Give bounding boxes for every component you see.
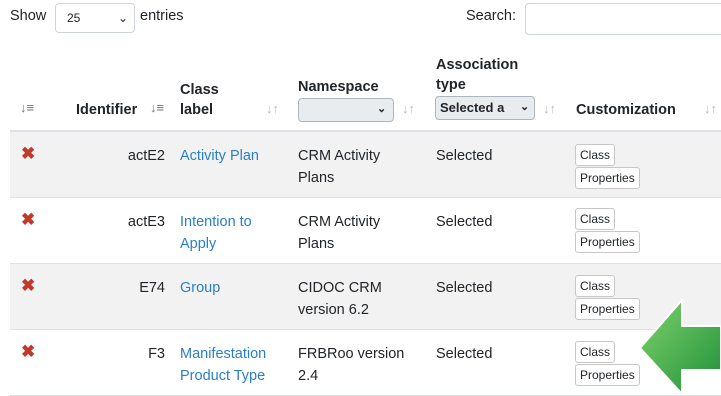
association-filter-select[interactable]: Selected a ⌄ [435,96,535,120]
association-cell: Selected [436,214,493,230]
sort-icon[interactable]: ↓↑ [543,101,556,116]
header-association-line2[interactable]: type [436,76,466,94]
class-label-link[interactable]: Activity Plan [180,145,259,167]
delete-icon[interactable]: ✖ [21,276,35,296]
table-row: ✖ actE3 Intention to Apply CRM Activity Pl… [10,198,721,264]
namespace-cell: CRM Activity Plans [298,214,381,252]
chevron-down-icon: ⌄ [118,11,129,25]
identifier-cell: E74 [139,280,165,296]
sort-icon[interactable]: ↓↑ [266,101,279,116]
header-class-label-line2[interactable]: label [180,101,213,119]
sort-icon[interactable]: ↓↑ [402,101,415,116]
entries-per-page-select[interactable]: 25 ⌄ [55,3,135,33]
properties-button[interactable]: Properties [575,298,640,320]
delete-icon[interactable]: ✖ [21,144,35,164]
class-button[interactable]: Class [575,341,616,363]
header-customization[interactable]: Customization [576,101,676,119]
search-label: Search: [466,8,516,24]
header-class-label-line1[interactable]: Class [180,81,219,99]
properties-button[interactable]: Properties [575,364,640,386]
sort-icon[interactable]: ↓↑ [704,101,717,116]
namespace-filter-select[interactable]: ⌄ [298,98,394,122]
delete-icon[interactable]: ✖ [21,342,35,362]
association-cell: Selected [436,148,493,164]
table-row: ✖ actE2 Activity Plan CRM Activity Plans … [10,132,721,198]
association-cell: Selected [436,280,493,296]
chevron-down-icon: ⌄ [520,101,530,113]
table-row: ✖ F3 Manifestation Product Type FRBRoo ve… [10,330,721,396]
sort-asc-icon[interactable]: ↓≡ [150,100,164,115]
class-button[interactable]: Class [575,144,616,166]
search-input[interactable] [525,3,721,35]
class-button[interactable]: Class [575,275,616,297]
entries-select-value: 25 [67,11,81,25]
properties-button[interactable]: Properties [575,231,640,253]
table-row: ✖ E74 Group CIDOC CRM version 6.2 Selecte… [10,264,721,330]
header-namespace[interactable]: Namespace [298,78,379,96]
identifier-cell: actE2 [127,148,165,164]
namespace-cell: FRBRoo version 2.4 [298,346,405,384]
association-cell: Selected [436,346,493,362]
namespace-cell: CRM Activity Plans [298,148,381,186]
namespace-cell: CIDOC CRM version 6.2 [298,280,382,318]
show-label: Show [10,8,47,24]
header-identifier[interactable]: Identifier [76,101,137,119]
entries-label: entries [140,8,184,24]
association-filter-value: Selected a [440,100,505,115]
delete-icon[interactable]: ✖ [21,210,35,230]
pointer-arrow-icon [640,299,721,394]
chevron-down-icon: ⌄ [377,103,387,115]
class-label-link[interactable]: Manifestation Product Type [180,343,266,387]
sort-desc-icon[interactable]: ↓≡ [20,100,34,115]
class-button[interactable]: Class [575,208,616,230]
table-controls: Show 25 ⌄ entries Search: [0,0,721,40]
identifier-cell: actE3 [127,214,165,230]
identifier-cell: F3 [148,346,165,362]
properties-button[interactable]: Properties [575,167,640,189]
class-label-link[interactable]: Intention to Apply [180,211,252,255]
header-association-line1[interactable]: Association [436,56,518,74]
class-label-link[interactable]: Group [180,277,220,299]
